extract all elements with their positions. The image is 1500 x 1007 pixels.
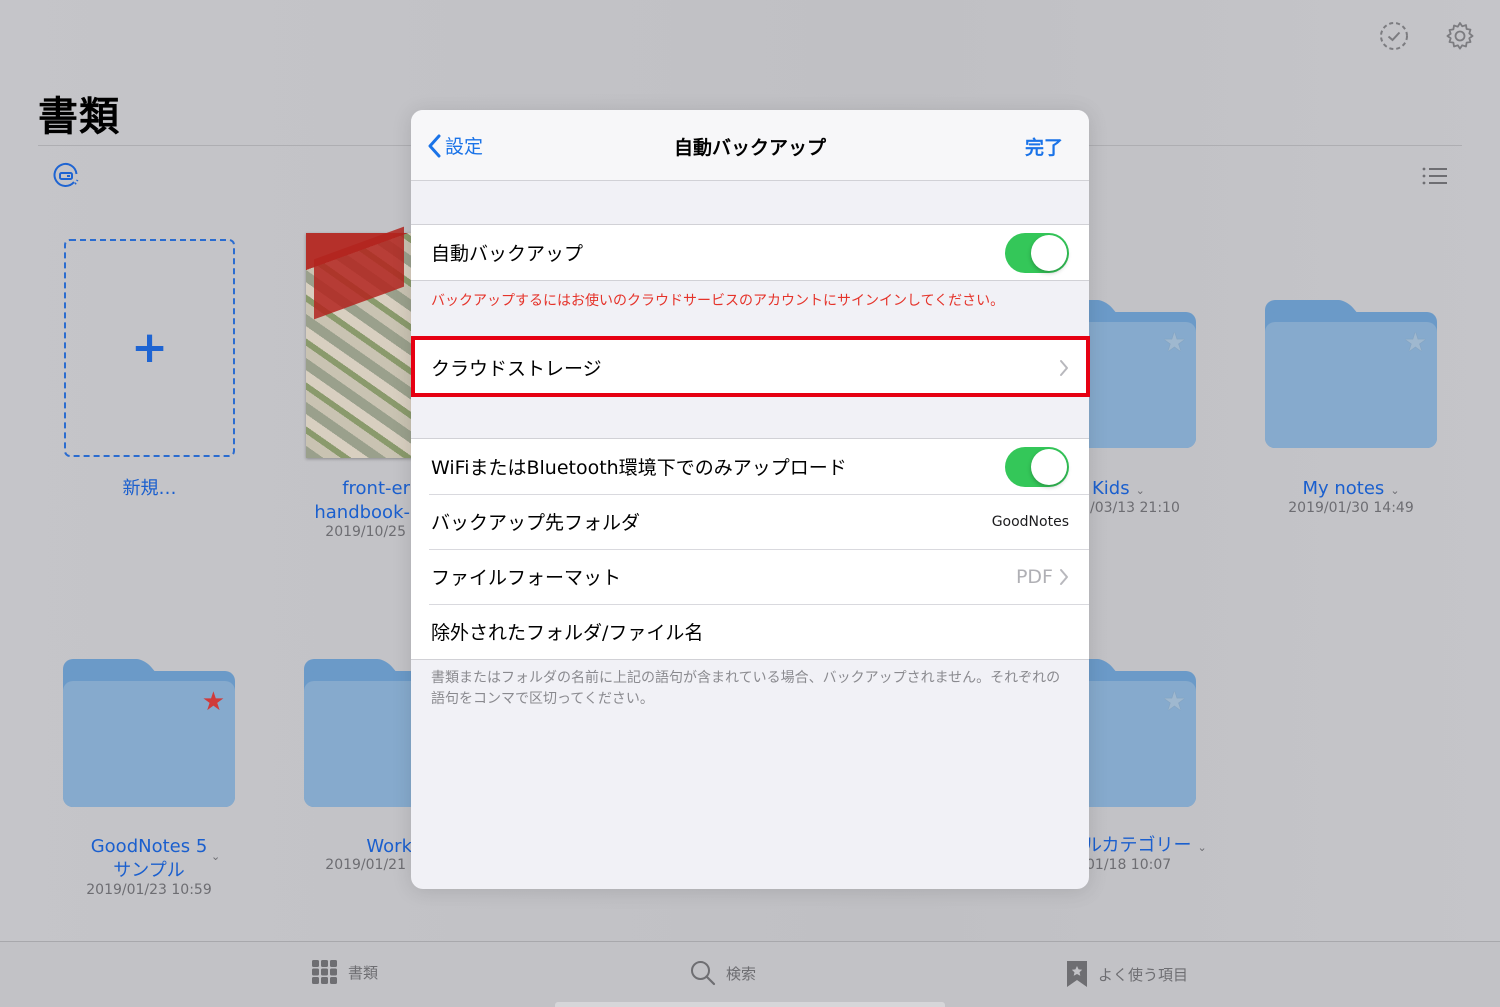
file-format-label: ファイルフォーマット xyxy=(431,567,622,589)
gear-icon xyxy=(1446,22,1474,50)
settings-button[interactable] xyxy=(1444,20,1476,52)
sort-icon xyxy=(53,162,79,187)
backup-folder-value: GoodNotes xyxy=(991,513,1069,530)
wifi-only-label: WiFiまたはBluetooth環境下でのみアップロード xyxy=(431,457,847,479)
checkmark-circle-dashed-icon xyxy=(1380,22,1408,50)
sort-button[interactable] xyxy=(52,162,80,190)
tab-search-label: 検索 xyxy=(726,964,757,983)
done-button[interactable]: 完了 xyxy=(1025,133,1063,160)
tab-bar: 書類 検索 よく使う項目 xyxy=(0,941,1500,1007)
tab-favorites[interactable]: よく使う項目 xyxy=(1066,960,1188,988)
home-indicator xyxy=(555,1002,945,1007)
bookmark-star-icon xyxy=(1067,961,1087,987)
chevron-right-icon xyxy=(1060,359,1068,376)
star-filled-icon[interactable]: ★ xyxy=(202,689,225,715)
tab-favorites-label: よく使う項目 xyxy=(1098,965,1189,984)
chevron-down-icon[interactable]: ⌄ xyxy=(1197,841,1206,854)
folder-date: 01/18 10:07 xyxy=(1086,857,1172,873)
file-format-value: PDF xyxy=(1015,565,1053,588)
folder-date: 2019/01/21 xyxy=(325,857,406,873)
auto-backup-toggle[interactable] xyxy=(1005,232,1069,273)
chevron-down-icon[interactable]: ⌄ xyxy=(1390,484,1399,497)
tab-documents[interactable]: 書類 xyxy=(312,960,378,984)
file-format-row[interactable]: ファイルフォーマット PDF xyxy=(411,549,1089,604)
cloud-storage-row[interactable]: クラウドストレージ xyxy=(411,340,1089,395)
document-thumbnail[interactable] xyxy=(306,226,416,458)
list-view-icon xyxy=(1422,167,1447,185)
folder-title-line1[interactable]: GoodNotes 5 xyxy=(63,835,235,859)
excluded-names-note: 書類またはフォルダの名前に上記の語句が含まれている場合、バックアップされません。… xyxy=(431,670,1061,707)
modal-title: 自動バックアップ xyxy=(673,137,826,159)
star-icon[interactable]: ★ xyxy=(1163,689,1186,715)
auto-backup-modal: 設定 自動バックアップ 完了 自動バックアップ バックアップするにはお使いのクラ… xyxy=(411,110,1089,889)
folder-my-notes[interactable]: ★ xyxy=(1265,300,1437,448)
grid-icon xyxy=(312,960,337,984)
excluded-names-row[interactable]: 除外されたフォルダ/ファイル名 xyxy=(411,604,1089,659)
chevron-right-icon xyxy=(1060,568,1068,585)
auto-backup-row: 自動バックアップ xyxy=(411,225,1089,280)
auto-backup-label: 自動バックアップ xyxy=(431,243,584,265)
plus-icon: + xyxy=(131,322,168,373)
folder-date: 2019/01/23 10:59 xyxy=(86,882,212,898)
folder-date: 2019/01/30 14:49 xyxy=(1288,500,1414,516)
backup-folder-label: バックアップ先フォルダ xyxy=(431,512,641,534)
star-icon[interactable]: ★ xyxy=(1163,330,1186,356)
folder-title-line2[interactable]: サンプル xyxy=(63,859,235,883)
modal-navbar: 設定 自動バックアップ 完了 xyxy=(411,110,1089,181)
cloud-storage-group: クラウドストレージ xyxy=(411,339,1089,396)
chevron-down-icon[interactable]: ⌄ xyxy=(211,850,220,863)
backup-folder-row[interactable]: バックアップ先フォルダ GoodNotes xyxy=(411,494,1089,549)
search-icon xyxy=(691,961,716,986)
view-mode-button[interactable] xyxy=(1420,162,1450,190)
upload-settings-group: WiFiまたはBluetooth環境下でのみアップロード バックアップ先フォルダ… xyxy=(411,438,1089,660)
tab-search[interactable]: 検索 xyxy=(690,960,756,986)
cloud-storage-label: クラウドストレージ xyxy=(431,358,602,380)
cover-art xyxy=(314,226,404,320)
new-document-label[interactable]: 新規… xyxy=(64,477,235,501)
excluded-names-label: 除外されたフォルダ/ファイル名 xyxy=(431,622,704,644)
new-document-button[interactable]: + xyxy=(64,239,235,457)
select-button[interactable] xyxy=(1378,20,1410,52)
auto-backup-group: 自動バックアップ xyxy=(411,224,1089,281)
star-icon[interactable]: ★ xyxy=(1404,330,1427,356)
chevron-down-icon[interactable]: ⌄ xyxy=(1136,484,1145,497)
page-title: 書類 xyxy=(38,94,120,140)
wifi-only-row: WiFiまたはBluetooth環境下でのみアップロード xyxy=(411,439,1089,494)
wifi-only-toggle[interactable] xyxy=(1005,446,1069,487)
sign-in-warning: バックアップするにはお使いのクラウドサービスのアカウントにサインインしてください… xyxy=(431,293,1005,309)
tab-documents-label: 書類 xyxy=(348,963,379,982)
folder-goodnotes-sample[interactable]: ★ xyxy=(63,659,235,807)
folder-title[interactable]: Work xyxy=(300,835,418,859)
